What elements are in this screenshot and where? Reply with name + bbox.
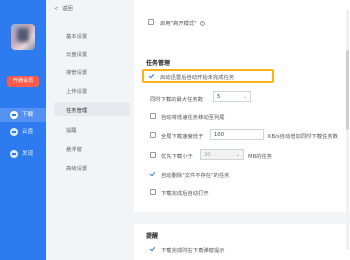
remind-section-title: 提醒	[146, 233, 159, 240]
prefer-small-suffix: MB的任务	[248, 154, 273, 160]
max-tasks-value: 5	[217, 94, 221, 100]
back-arrow-icon: <	[54, 6, 59, 12]
nav-cloud-label: 云盘	[22, 129, 34, 135]
settings-nav-upload[interactable]: 上传设置	[66, 87, 87, 95]
app-sidebar: 开通会员 下载 云盘 发现	[0, 0, 46, 260]
auto-move-label: 自动将低速任务移动至列尾	[161, 115, 225, 121]
settings-nav-advanced[interactable]: 高级设置	[66, 164, 87, 172]
remind-checkbox[interactable]	[150, 246, 156, 252]
prefer-small-value: 30	[204, 152, 211, 158]
task-section-title: 任务管理	[146, 60, 171, 67]
back-link[interactable]: < 返回	[54, 5, 73, 12]
global-speed-checkbox[interactable]	[150, 132, 156, 138]
help-icon[interactable]: ?	[199, 21, 205, 26]
auto-move-checkbox[interactable]	[150, 113, 156, 119]
chevron-down-icon: ⌄	[235, 152, 240, 158]
global-speed-prefix: 全局下载速度低于	[161, 134, 204, 140]
nav-discover-label: 发现	[22, 151, 34, 157]
settings-nav-task[interactable]: 任务管理	[66, 106, 87, 114]
nav-download-label: 下载	[22, 112, 34, 118]
settings-nav-basic[interactable]: 基本设置	[66, 32, 87, 40]
auto-open-checkbox[interactable]	[150, 189, 156, 195]
settings-nav	[46, 0, 134, 260]
auto-start-checkbox[interactable]	[149, 73, 155, 79]
cloud-icon	[10, 128, 18, 136]
nav-cloud[interactable]: 云盘	[0, 125, 46, 139]
auto-open-label: 下载完成后自动打开	[161, 191, 209, 197]
prefer-small-select[interactable]: 30 ⌄	[200, 149, 244, 160]
auto-delete-label: 自动删除"文件不存在"的任务	[161, 173, 230, 179]
nav-download[interactable]: 下载	[0, 108, 46, 122]
high-mode-row: 启用"高开模式"?	[160, 19, 205, 27]
remind-label: 下载完成时右下角弹窗提示	[161, 248, 225, 254]
avatar[interactable]	[11, 24, 35, 50]
scrollbar-thumb[interactable]	[346, 50, 349, 130]
high-mode-label: 启用"高开模式"	[160, 21, 197, 27]
scrollbar[interactable]	[346, 10, 349, 250]
remind-panel	[134, 224, 350, 260]
back-label: 返回	[62, 6, 73, 12]
high-mode-checkbox[interactable]	[148, 19, 154, 25]
prefer-small-checkbox[interactable]	[150, 152, 156, 158]
settings-nav-remind[interactable]: 提醒	[66, 126, 77, 134]
global-speed-input[interactable]: 100	[210, 129, 264, 140]
section-gap	[134, 212, 350, 224]
global-speed-suffix: KB/s自动增加同时下载任务数	[268, 134, 338, 140]
discover-icon	[10, 150, 18, 158]
settings-nav-takeover[interactable]: 接管设置	[66, 68, 87, 76]
vip-button[interactable]: 开通会员	[7, 76, 39, 87]
max-tasks-label: 同时下载的最大任务数	[150, 97, 203, 103]
chevron-down-icon: ⌄	[242, 94, 247, 100]
nav-discover[interactable]: 发现	[0, 147, 46, 161]
download-icon	[10, 111, 18, 119]
max-tasks-select[interactable]: 5 ⌄	[213, 91, 251, 102]
settings-nav-float[interactable]: 悬浮窗	[66, 145, 82, 153]
settings-nav-cloud[interactable]: 云盘设置	[66, 50, 87, 58]
auto-delete-checkbox[interactable]	[150, 171, 156, 177]
auto-start-label: 启动迅雷后自动开始未完成任务	[160, 75, 235, 81]
prefer-small-prefix: 优先下载小于	[161, 154, 193, 160]
